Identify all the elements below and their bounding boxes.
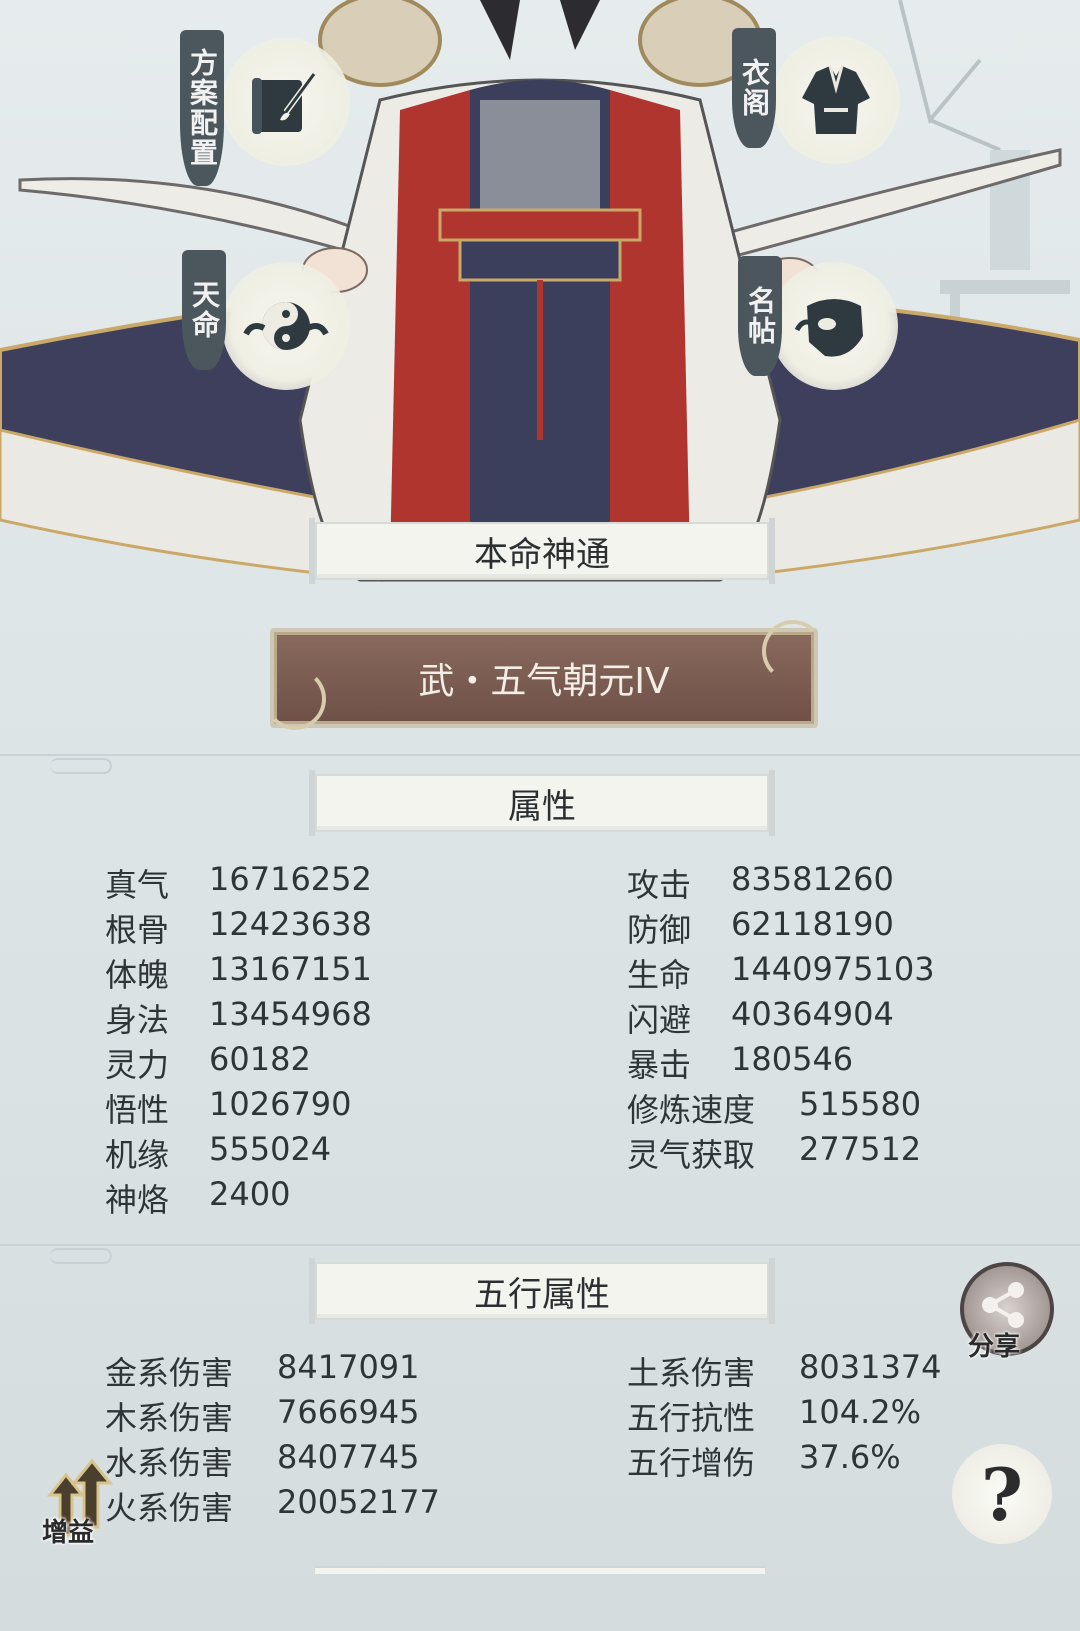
divider-mist-1 — [0, 754, 1080, 756]
stat-label: 悟性 — [105, 1091, 170, 1129]
stat-value: 8031374 — [799, 1348, 942, 1386]
stat-value: 60182 — [209, 1040, 311, 1078]
stat-value: 515580 — [799, 1085, 922, 1123]
stat-label: 五行抗性 — [627, 1399, 756, 1437]
cloud-ornament-1 — [50, 758, 112, 774]
stat-value: 180546 — [731, 1040, 854, 1078]
plan-config-label[interactable]: 方案配置 — [180, 30, 224, 186]
five-elements-banner: 五行属性 — [309, 1258, 775, 1324]
next-banner-edge — [315, 1566, 765, 1574]
name-card-label[interactable]: 名帖 — [738, 256, 782, 376]
stat-label: 根骨 — [105, 911, 170, 949]
stat-value: 40364904 — [731, 995, 894, 1033]
five-elements-title: 五行属性 — [474, 1274, 610, 1315]
stat-value: 7666945 — [277, 1393, 420, 1431]
name-card-button[interactable] — [770, 262, 898, 390]
stat-value: 16716252 — [209, 860, 372, 898]
skill-name: 武・五气朝元IV — [418, 661, 670, 702]
stat-label: 灵力 — [105, 1046, 170, 1084]
stat-value: 13454968 — [209, 995, 372, 1033]
innate-skill-title: 本命神通 — [474, 534, 610, 575]
corner-ornament-bottom-left — [264, 668, 326, 730]
stat-label: 攻击 — [627, 866, 692, 904]
stat-label: 神烙 — [105, 1181, 170, 1219]
stat-label: 体魄 — [105, 956, 170, 994]
stat-value: 8407745 — [277, 1438, 420, 1476]
stat-label: 五行增伤 — [627, 1444, 756, 1482]
stat-value: 8417091 — [277, 1348, 420, 1386]
destiny-button[interactable] — [222, 262, 350, 390]
scroll-brush-icon — [252, 72, 317, 134]
stat-value: 20052177 — [277, 1483, 440, 1521]
divider-mist-2 — [0, 1244, 1080, 1246]
stat-label: 水系伤害 — [105, 1444, 234, 1482]
stat-label: 暴击 — [627, 1046, 692, 1084]
skill-plate[interactable]: 武・五气朝元IV — [270, 628, 818, 728]
attributes-banner: 属性 — [309, 770, 775, 836]
stat-value: 1026790 — [209, 1085, 352, 1123]
robe-icon — [802, 65, 870, 134]
stat-value: 104.2% — [799, 1393, 922, 1431]
stat-value: 1440975103 — [731, 950, 935, 988]
stat-label: 火系伤害 — [105, 1489, 234, 1527]
stat-value: 12423638 — [209, 905, 372, 943]
character-illustration — [0, 0, 1080, 582]
corner-ornament-top-right — [762, 620, 824, 682]
stat-label: 生命 — [627, 956, 692, 994]
wardrobe-button[interactable] — [772, 36, 900, 164]
mask-icon — [794, 299, 863, 357]
wardrobe-label[interactable]: 衣阁 — [732, 28, 776, 148]
taiji-cloud-icon — [243, 302, 329, 350]
stat-label: 灵气获取 — [627, 1136, 756, 1174]
stat-label: 闪避 — [627, 1001, 692, 1039]
stat-value: 62118190 — [731, 905, 894, 943]
stat-label: 修炼速度 — [627, 1091, 756, 1129]
stat-label: 真气 — [105, 866, 170, 904]
destiny-label[interactable]: 天命 — [182, 250, 226, 370]
share-label[interactable]: 分享 — [968, 1326, 1020, 1363]
stat-value: 555024 — [209, 1130, 332, 1168]
stat-label: 木系伤害 — [105, 1399, 234, 1437]
stat-label: 机缘 — [105, 1136, 170, 1174]
stat-value: 83581260 — [731, 860, 894, 898]
stat-label: 土系伤害 — [627, 1354, 756, 1392]
stat-label: 金系伤害 — [105, 1354, 234, 1392]
stat-label: 防御 — [627, 911, 692, 949]
stat-value: 13167151 — [209, 950, 372, 988]
stat-label: 身法 — [105, 1001, 170, 1039]
innate-skill-banner: 本命神通 — [309, 518, 775, 584]
attributes-title: 属性 — [508, 786, 576, 827]
stat-value: 2400 — [209, 1175, 291, 1213]
stat-value: 37.6% — [799, 1438, 901, 1476]
buff-label[interactable]: 增益 — [42, 1512, 94, 1549]
cloud-ornament-2 — [50, 1248, 112, 1264]
help-button[interactable]: ? — [952, 1444, 1052, 1544]
stat-value: 277512 — [799, 1130, 922, 1168]
plan-config-button[interactable] — [222, 38, 350, 166]
